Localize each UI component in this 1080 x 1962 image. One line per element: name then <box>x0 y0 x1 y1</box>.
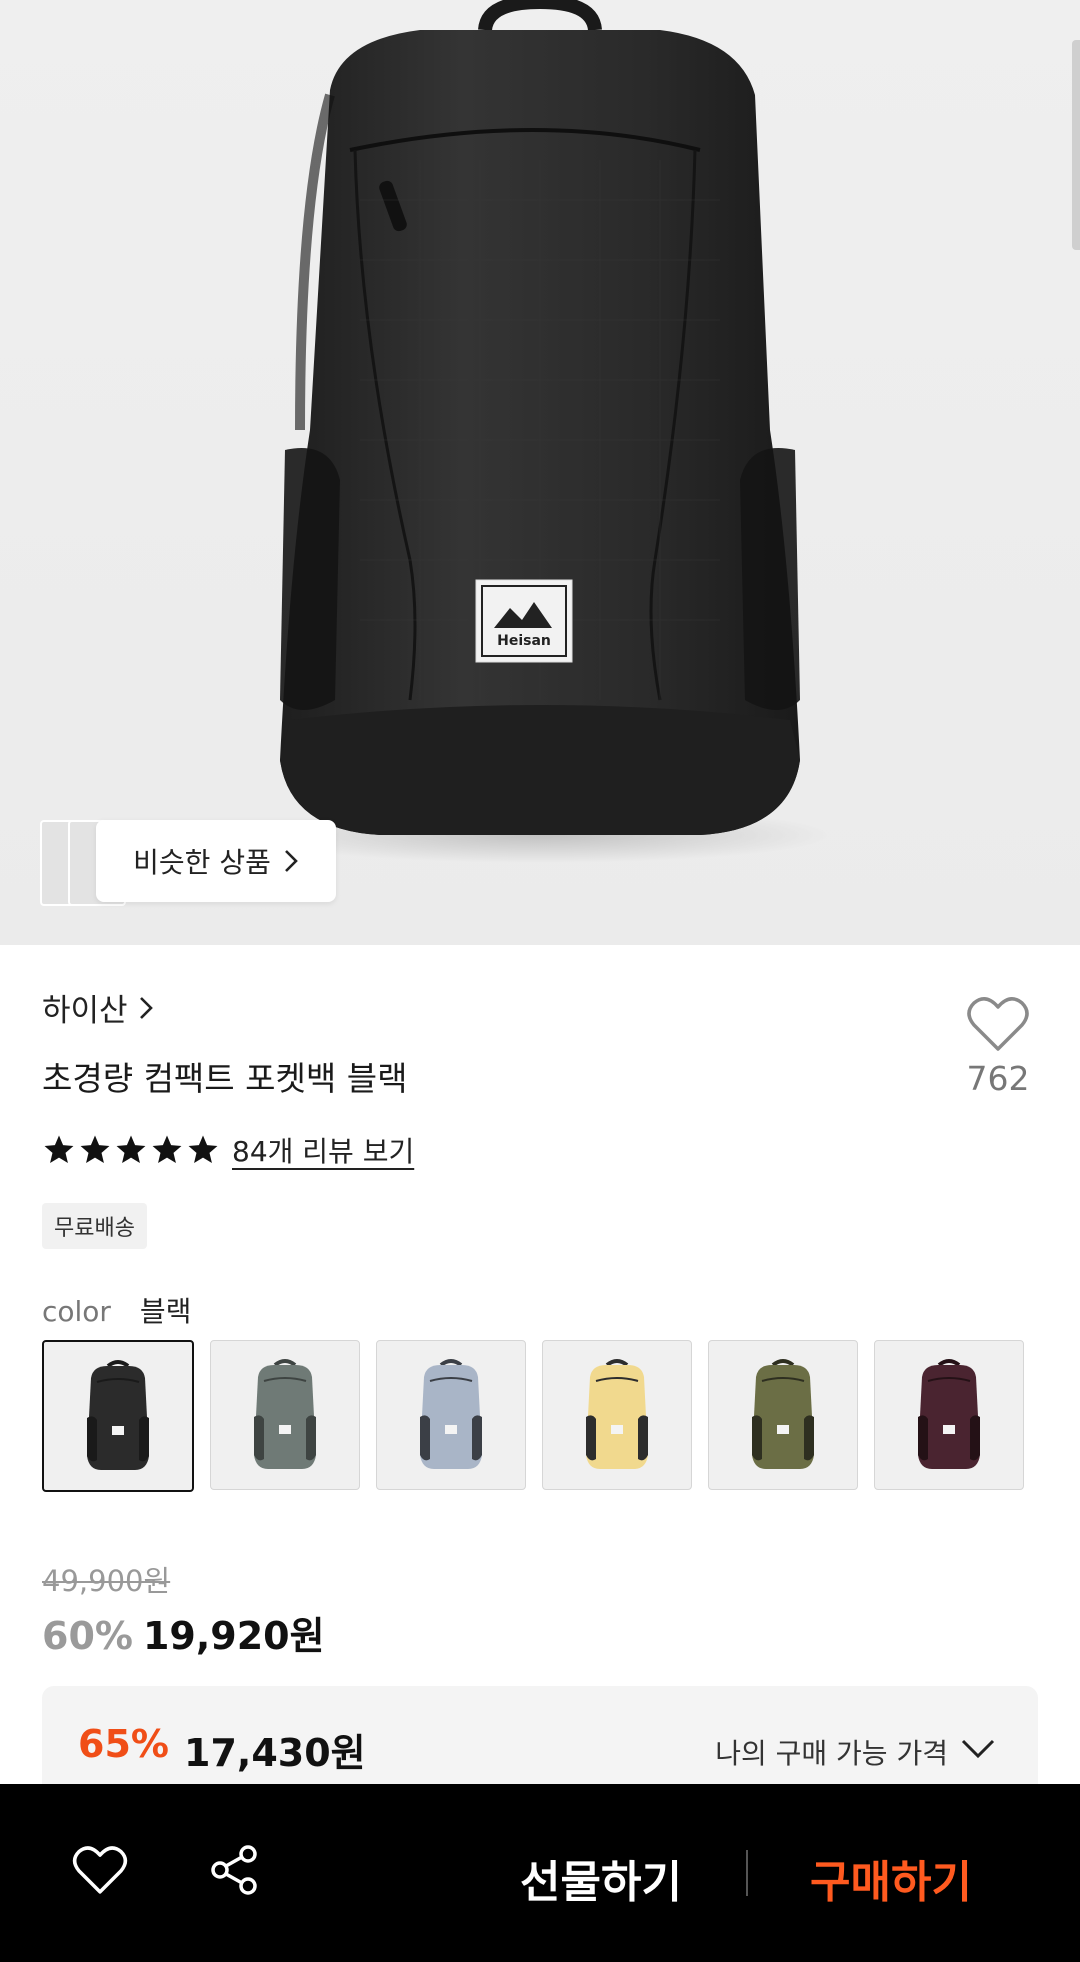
gift-button[interactable]: 선물하기 <box>520 1846 682 1910</box>
heart-icon <box>967 997 1029 1051</box>
color-selector-label: color 블랙 <box>42 1290 191 1330</box>
backpack-thumbnail <box>254 1359 316 1469</box>
chevron-right-icon <box>139 996 153 1019</box>
similar-label: 비슷한 상품 <box>133 846 271 879</box>
image-scrollbar[interactable] <box>1072 40 1080 250</box>
share-icon <box>211 1845 257 1895</box>
chevron-right-icon <box>284 850 298 872</box>
divider <box>746 1850 748 1896</box>
color-swatch-black[interactable] <box>42 1340 194 1492</box>
color-swatch-light-blue[interactable] <box>376 1340 526 1490</box>
backpack-thumbnail <box>87 1360 149 1470</box>
selected-color: 블랙 <box>139 1295 192 1328</box>
heart-icon <box>72 1846 128 1894</box>
star-icon <box>80 1135 110 1164</box>
color-swatch-gray-green[interactable] <box>210 1340 360 1490</box>
sale-price-row: 60% 19,920원 <box>42 1605 325 1660</box>
my-discount-percent: 65% <box>78 1722 169 1766</box>
backpack-thumbnail <box>918 1359 980 1469</box>
my-price-label: 나의 구매 가능 가격 <box>715 1737 948 1770</box>
bottom-action-bar: 선물하기 구매하기 <box>0 1784 1080 1962</box>
color-swatch-yellow[interactable] <box>542 1340 692 1490</box>
brand-link[interactable]: 하이산 <box>42 985 154 1030</box>
backpack-thumbnail <box>586 1359 648 1469</box>
backpack-thumbnail <box>752 1359 814 1469</box>
backpack-thumbnail <box>420 1359 482 1469</box>
my-price-amount: 17,430원 <box>184 1731 366 1775</box>
free-shipping-badge: 무료배송 <box>42 1203 147 1249</box>
product-image-area[interactable]: Heisan 비슷한 상품 <box>0 0 1080 945</box>
color-swatches <box>42 1340 1024 1492</box>
share-button[interactable] <box>208 1844 260 1900</box>
similar-products-button[interactable]: 비슷한 상품 <box>96 820 336 902</box>
svg-text:Heisan: Heisan <box>497 633 551 649</box>
like-button[interactable]: 762 <box>958 995 1038 1098</box>
star-icon <box>152 1135 182 1164</box>
color-swatch-burgundy[interactable] <box>874 1340 1024 1490</box>
color-swatch-olive[interactable] <box>708 1340 858 1490</box>
chevron-down-icon <box>961 1739 995 1759</box>
wishlist-button[interactable] <box>72 1844 128 1900</box>
rating-row: 84개 리뷰 보기 <box>42 1130 414 1170</box>
original-price: 49,900원 <box>42 1564 171 1598</box>
sale-price: 19,920원 <box>142 1614 325 1658</box>
like-count: 762 <box>966 1059 1030 1098</box>
brand-name: 하이산 <box>42 993 128 1029</box>
product-title: 초경량 컴팩트 포켓백 블랙 <box>42 1059 408 1098</box>
star-icon <box>116 1135 146 1164</box>
buy-button[interactable]: 구매하기 <box>810 1846 972 1910</box>
star-rating <box>42 1133 220 1167</box>
star-icon <box>44 1135 74 1164</box>
color-label: color <box>42 1295 111 1328</box>
discount-percent: 60% <box>42 1614 133 1658</box>
review-link[interactable]: 84개 리뷰 보기 <box>232 1130 414 1170</box>
product-image: Heisan <box>250 0 830 863</box>
star-icon <box>188 1135 218 1164</box>
